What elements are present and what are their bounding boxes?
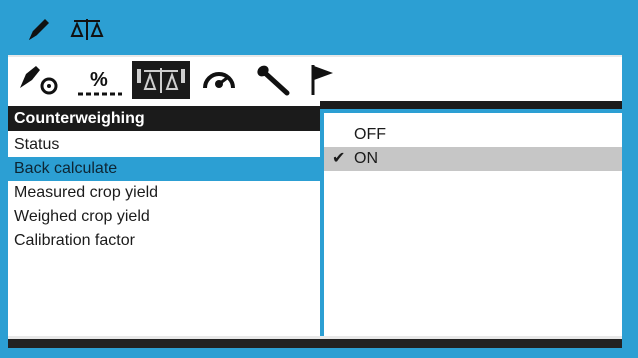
option-off[interactable]: OFF [324, 123, 622, 147]
counterweigh-scale-icon [134, 63, 188, 97]
bottom-bar [8, 336, 622, 348]
gauge-icon [199, 64, 239, 96]
menu-item[interactable]: Back calculate [8, 157, 320, 181]
device-screen: % Counterweighing Status Back calculate … [0, 0, 638, 358]
percent-glyph: % [90, 69, 108, 91]
menu-item[interactable]: Status [8, 133, 320, 157]
menu-item[interactable]: Calibration factor [8, 229, 320, 253]
tab-percent[interactable]: % [74, 61, 126, 99]
scale-icon[interactable] [70, 16, 104, 47]
tab-flag[interactable] [302, 61, 342, 99]
option-on[interactable]: ✔ ON [324, 147, 622, 171]
menu-item[interactable]: Weighed crop yield [8, 205, 320, 229]
menu-panel: Counterweighing Status Back calculate Meas… [8, 101, 320, 336]
flag-icon [307, 63, 337, 97]
tab-gauge[interactable] [194, 61, 244, 99]
tab-wrench[interactable] [248, 61, 298, 99]
tab-sensor[interactable] [14, 61, 68, 99]
menu-item[interactable]: Measured crop yield [8, 181, 320, 205]
pencil-icon[interactable] [26, 16, 52, 47]
menu-title: Counterweighing [8, 106, 320, 131]
sensor-icon [16, 64, 66, 96]
tab-toolbar: % [8, 55, 622, 103]
option-label: OFF [354, 126, 386, 143]
option-label: ON [354, 150, 378, 167]
menu-list: Status Back calculate Measured crop yield W… [8, 133, 320, 253]
checkmark-icon: ✔ [332, 150, 346, 167]
options-panel: OFF ✔ ON [320, 109, 622, 336]
percent-icon: % [76, 64, 124, 96]
tab-counterweighing[interactable] [132, 61, 190, 99]
wrench-icon [253, 63, 293, 97]
header-icons [26, 14, 104, 48]
bottom-bar-inner [8, 339, 622, 348]
